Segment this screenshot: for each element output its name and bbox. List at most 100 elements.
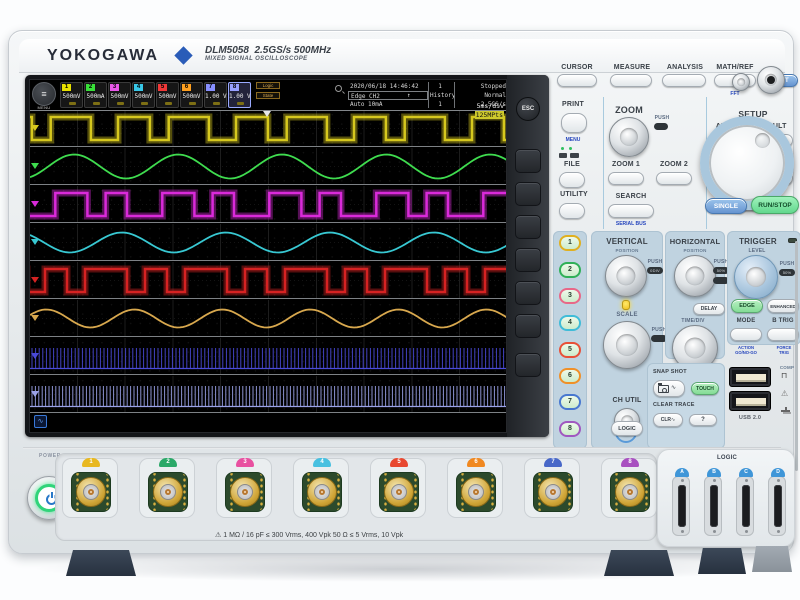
zoom-indicator-icon: [335, 85, 342, 92]
soft-key-4[interactable]: [515, 248, 541, 272]
esc-button[interactable]: ESC: [516, 97, 540, 121]
mode-label: MODE: [736, 318, 756, 324]
snap-shot-button[interactable]: ∿: [653, 380, 685, 397]
bnc-well-7: 7: [524, 458, 580, 518]
edge-button[interactable]: EDGE: [731, 299, 763, 313]
bnc-channel-tab: 5: [390, 458, 408, 467]
trigger-level-knob[interactable]: [734, 255, 778, 299]
analysis-label: ANALYSIS: [666, 64, 704, 71]
utility-button[interactable]: [559, 203, 585, 219]
brand-logo: YOKOGAWA: [47, 47, 160, 64]
logic-port-tab: C: [739, 468, 753, 477]
state-badge[interactable]: State: [256, 92, 280, 99]
vertical-position-knob[interactable]: [605, 255, 647, 297]
waveform-band-ch2: [30, 148, 506, 185]
clear-trace-label: CLEAR TRACE: [653, 402, 695, 408]
model-number: DLM5058: [205, 45, 249, 56]
adjust-screw[interactable]: [732, 73, 750, 91]
model-block: DLM5058 2.5GS/s 500MHz MIXED SIGNAL OSCI…: [205, 45, 331, 62]
zoom2-button[interactable]: [656, 172, 692, 185]
channel-box-6[interactable]: 6 500mV: [180, 82, 203, 108]
right-foot: [604, 550, 674, 576]
logic-port-d: D: [768, 468, 786, 536]
channel-position-marker: [31, 201, 39, 207]
vertical-scale-label: SCALE: [616, 312, 638, 318]
channel-6-button[interactable]: 6: [559, 368, 581, 384]
aux-connector-center: [767, 76, 775, 84]
wave-glyph: ∿: [37, 418, 44, 425]
soft-key-7[interactable]: [515, 353, 541, 377]
soft-key-6[interactable]: [515, 314, 541, 338]
channel-box-4[interactable]: 4 500mV: [132, 82, 155, 108]
delay-button[interactable]: DELAY: [693, 303, 725, 315]
channel-box-2[interactable]: 2 500mA: [84, 82, 107, 108]
channel-value: 1.00 V: [205, 93, 227, 100]
channel-box-1[interactable]: 1 500mV: [60, 82, 83, 108]
vertical-position-label: POSITION: [615, 248, 639, 253]
measure-button[interactable]: [610, 74, 652, 87]
touch-button[interactable]: TOUCH: [691, 382, 719, 395]
channel-3-button[interactable]: 3: [559, 288, 581, 304]
coupling-icon: [165, 102, 172, 105]
run-stop-button[interactable]: RUN/STOP: [751, 196, 799, 214]
bnc-connector: [230, 477, 260, 507]
soft-key-5[interactable]: [515, 281, 541, 305]
logic-pod: LOGIC A B C D: [657, 449, 795, 547]
channel-box-3[interactable]: 3 500mV: [108, 82, 131, 108]
channel-7-button[interactable]: 7: [559, 394, 581, 410]
screen-display: ≡ MENU 1 500mV 2 500mA 3 500mV 4 500mV 5 500m…: [29, 79, 507, 433]
waveform-band-ch6: [30, 300, 506, 337]
bnc-strip: 1 2 3 4 5 6 7 8: [55, 453, 657, 541]
search-button[interactable]: [608, 204, 654, 218]
help-button[interactable]: ?: [689, 414, 717, 426]
channel-8-button[interactable]: 8: [559, 421, 581, 437]
channel-number: 8: [230, 84, 239, 91]
screen-frame: ≡ MENU 1 500mV 2 500mA 3 500mV 4 500mV 5 500m…: [25, 75, 549, 437]
logic-button[interactable]: LOGIC: [611, 421, 643, 436]
soft-key-2[interactable]: [515, 182, 541, 206]
channel-box-7[interactable]: 7 1.00 V: [204, 82, 227, 108]
waveform-band-ch4: [30, 224, 506, 261]
mode-button[interactable]: [730, 328, 762, 341]
channel-value: 500mV: [134, 93, 153, 100]
file-button[interactable]: [559, 172, 585, 188]
channel-4-button[interactable]: 4: [559, 315, 581, 331]
clear-trace-button[interactable]: CLR∿: [653, 413, 683, 427]
channel-box-5[interactable]: 5 500mV: [156, 82, 179, 108]
print-button[interactable]: [561, 113, 587, 133]
panel-separator: [603, 97, 604, 229]
single-button[interactable]: SINGLE: [705, 198, 747, 214]
waveform-band-ch5: [30, 262, 506, 299]
channel-box-8[interactable]: 8 1.00 V: [228, 82, 251, 108]
channel-2-button[interactable]: 2: [559, 262, 581, 278]
channel-position-marker: [31, 277, 39, 283]
analysis-button[interactable]: [662, 74, 706, 87]
soft-key-3[interactable]: [515, 215, 541, 239]
channel-position-marker: [31, 125, 39, 131]
channel-value: 500mV: [62, 93, 81, 100]
logic-badge[interactable]: Logic: [256, 82, 280, 89]
channel-1-button[interactable]: 1: [559, 235, 581, 251]
touch-pointer-icon[interactable]: ∿: [34, 415, 47, 428]
channel-number: 5: [158, 84, 167, 91]
zoom1-label: ZOOM 1: [611, 161, 641, 168]
horizontal-position-knob[interactable]: [674, 255, 716, 297]
usb-port-1: [729, 367, 771, 387]
bnc-connector: [461, 477, 491, 507]
waveform-trace: [30, 153, 506, 180]
menu-button[interactable]: ≡: [32, 82, 56, 106]
channel-value: 500mV: [158, 93, 177, 100]
status-divider: [428, 82, 429, 108]
channel-5-button[interactable]: 5: [559, 342, 581, 358]
zoom-knob[interactable]: [609, 117, 649, 157]
zoom1-button[interactable]: [608, 172, 644, 185]
vertical-scale-knob[interactable]: [603, 321, 651, 369]
soft-key-1[interactable]: [515, 149, 541, 173]
status-divider: [454, 82, 455, 108]
bnc-connector: [153, 477, 183, 507]
vertical-label: VERTICAL: [606, 237, 648, 246]
trigger-push-label: PUSH: [779, 261, 795, 267]
cursor-button[interactable]: [557, 74, 597, 87]
bnc-well-2: 2: [139, 458, 195, 518]
left-foot: [66, 550, 136, 576]
